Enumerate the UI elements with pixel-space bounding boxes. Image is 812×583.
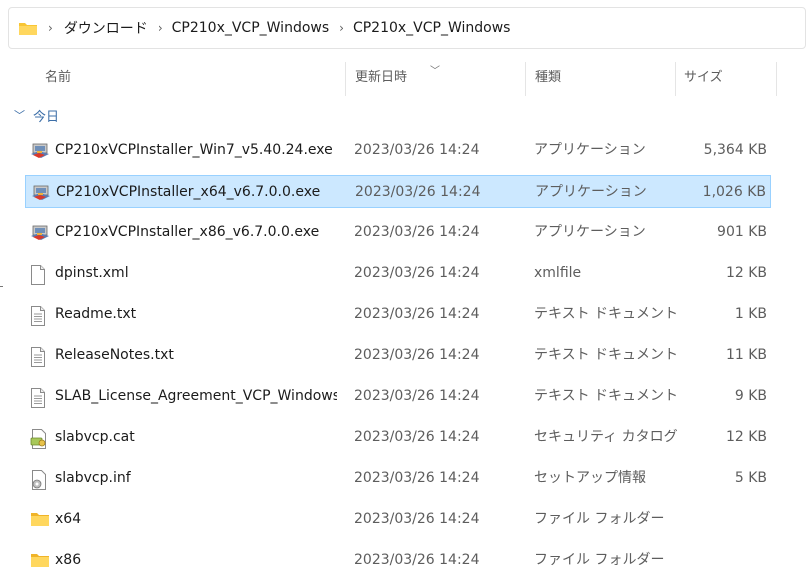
file-name: CP210xVCPInstaller_x64_v6.7.0.0.exe (56, 184, 321, 200)
address-bar[interactable]: › ダウンロード › CP210x_VCP_Windows › CP210x_V… (8, 7, 806, 49)
file-name: x64 (55, 511, 82, 527)
file-date-modified: 2023/03/26 14:24 (354, 552, 480, 568)
file-date-modified: 2023/03/26 14:24 (354, 511, 480, 527)
file-size: 9 KB (734, 388, 767, 404)
file-type: セキュリティ カタログ (534, 429, 678, 445)
sort-caret-icon: ﹀ (430, 66, 440, 77)
file-date-modified: 2023/03/26 14:24 (354, 265, 480, 281)
file-name: Readme.txt (55, 306, 137, 322)
file-type: ファイル フォルダー (534, 511, 665, 527)
text-file-icon (30, 388, 48, 408)
file-type: アプリケーション (535, 184, 647, 200)
file-row[interactable]: x64 2023/03/26 14:24 ファイル フォルダー (25, 503, 771, 536)
file-name: SLAB_License_Agreement_VCP_Windows.... (55, 388, 337, 404)
file-type: アプリケーション (534, 224, 646, 240)
text-file-icon (30, 306, 48, 326)
file-date-modified: 2023/03/26 14:24 (354, 470, 480, 486)
file-size: 12 KB (725, 429, 767, 445)
file-date-modified: 2023/03/26 14:24 (354, 306, 480, 322)
file-name: CP210xVCPInstaller_Win7_v5.40.24.exe (55, 142, 333, 158)
folder-icon (30, 511, 49, 529)
column-header: 名前 更新日時 種類 サイズ (0, 62, 812, 96)
file-type: xmlfile (534, 265, 582, 281)
column-date-modified[interactable]: 更新日時 (355, 62, 407, 96)
file-type: セットアップ情報 (534, 470, 646, 486)
installer-icon (30, 142, 49, 160)
file-row[interactable]: Readme.txt 2023/03/26 14:24 テキスト ドキュメント 1 K… (25, 298, 771, 331)
file-name: ReleaseNotes.txt (55, 347, 174, 363)
file-date-modified: 2023/03/26 14:24 (354, 429, 480, 445)
file-type: テキスト ドキュメント (534, 388, 679, 404)
file-date-modified: 2023/03/26 14:24 (354, 347, 480, 363)
column-type[interactable]: 種類 (535, 62, 561, 96)
file-size: 11 KB (725, 347, 767, 363)
folder-icon (18, 20, 38, 36)
file-name: dpinst.xml (55, 265, 129, 281)
file-size: 5,364 KB (703, 142, 767, 158)
file-type: アプリケーション (534, 142, 646, 158)
column-divider[interactable] (525, 62, 526, 96)
setup-info-icon (30, 470, 48, 490)
file-size: 12 KB (725, 265, 767, 281)
file-date-modified: 2023/03/26 14:24 (354, 142, 480, 158)
file-size: 1 KB (734, 306, 767, 322)
column-size[interactable]: サイズ (684, 62, 723, 96)
breadcrumb-downloads[interactable]: ダウンロード (64, 18, 148, 38)
group-label: 今日 (33, 109, 60, 125)
file-date-modified: 2023/03/26 14:24 (354, 224, 480, 240)
file-row[interactable]: CP210xVCPInstaller_x86_v6.7.0.0.exe 2023/… (25, 216, 771, 249)
file-date-modified: 2023/03/26 14:24 (355, 184, 481, 200)
column-name[interactable]: 名前 (45, 62, 71, 96)
folder-icon (30, 552, 49, 570)
chevron-right-icon[interactable]: › (48, 21, 53, 35)
file-date-modified: 2023/03/26 14:24 (354, 388, 480, 404)
installer-icon (30, 224, 49, 242)
chevron-right-icon[interactable]: › (158, 21, 163, 35)
catalog-file-icon (30, 429, 48, 449)
column-divider[interactable] (675, 62, 676, 96)
file-row[interactable]: slabvcp.cat 2023/03/26 14:24 セキュリティ カタログ 12… (25, 421, 771, 454)
file-name: x86 (55, 552, 82, 568)
file-row[interactable]: ReleaseNotes.txt 2023/03/26 14:24 テキスト ドキュ… (25, 339, 771, 372)
file-size: 5 KB (734, 470, 767, 486)
file-row[interactable]: SLAB_License_Agreement_VCP_Windows.... 20… (25, 380, 771, 413)
breadcrumb-cp210x-current[interactable]: CP210x_VCP_Windows (353, 20, 511, 36)
file-size: 1,026 KB (702, 184, 766, 200)
chevron-down-icon[interactable]: ﹀ (14, 107, 25, 123)
column-divider[interactable] (345, 62, 346, 96)
file-row[interactable]: dpinst.xml 2023/03/26 14:24 xmlfile 12 KB (25, 257, 771, 290)
file-type: テキスト ドキュメント (534, 347, 679, 363)
file-name: CP210xVCPInstaller_x86_v6.7.0.0.exe (55, 224, 320, 240)
file-type: ファイル フォルダー (534, 552, 665, 568)
file-name: slabvcp.inf (55, 470, 131, 486)
group-header-today[interactable]: ﹀ 今日 (14, 104, 59, 126)
file-name: slabvcp.cat (55, 429, 135, 445)
file-size: 901 KB (717, 224, 767, 240)
file-row[interactable]: x86 2023/03/26 14:24 ファイル フォルダー (25, 544, 771, 577)
divider (0, 286, 3, 287)
chevron-right-icon[interactable]: › (339, 21, 344, 35)
file-type: テキスト ドキュメント (534, 306, 679, 322)
column-divider[interactable] (776, 62, 777, 96)
breadcrumb-cp210x-parent[interactable]: CP210x_VCP_Windows (172, 20, 330, 36)
file-row[interactable]: slabvcp.inf 2023/03/26 14:24 セットアップ情報 5 KB (25, 462, 771, 495)
file-row[interactable]: CP210xVCPInstaller_x64_v6.7.0.0.exe 2023/… (25, 175, 771, 208)
text-file-icon (30, 347, 48, 367)
file-row[interactable]: CP210xVCPInstaller_Win7_v5.40.24.exe 2023… (25, 134, 771, 167)
installer-icon (31, 184, 50, 202)
blank-file-icon (30, 265, 48, 285)
